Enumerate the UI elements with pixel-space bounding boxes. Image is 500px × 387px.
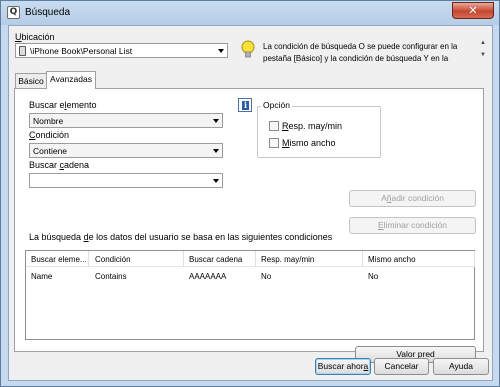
case-sensitive-label: Resp. may/min <box>282 121 343 131</box>
condition-label: Condición <box>29 130 70 140</box>
condition-dropdown[interactable]: Contiene <box>29 143 223 158</box>
add-condition-button[interactable]: Añadir condición <box>349 190 476 207</box>
condition-value: Contiene <box>33 146 68 156</box>
location-label: Ubicación <box>15 32 55 42</box>
lightbulb-icon <box>241 40 255 58</box>
same-width-label: Mismo ancho <box>282 138 336 148</box>
column-divider[interactable] <box>362 251 363 267</box>
tab-panel-advanced: Buscar elemento Nombre Condición Contien… <box>14 88 484 363</box>
column-divider[interactable] <box>255 251 256 267</box>
column-header[interactable]: Resp. may/min <box>261 255 314 264</box>
chevron-down-icon <box>213 149 219 153</box>
conditions-caption: La búsqueda de los datos del usuario se … <box>29 232 333 242</box>
table-cell: Name <box>31 272 53 281</box>
same-width-checkbox[interactable] <box>269 138 279 148</box>
cancel-button[interactable]: Cancelar <box>374 358 429 375</box>
table-cell: Contains <box>95 272 127 281</box>
option-group <box>257 106 381 158</box>
search-element-dropdown[interactable]: Nombre <box>29 113 223 128</box>
column-divider[interactable] <box>88 251 89 267</box>
chevron-down-icon <box>218 49 224 53</box>
tab-avanzadas[interactable]: Avanzadas <box>46 71 96 89</box>
scroll-up-icon[interactable]: ▲ <box>479 40 487 48</box>
info-icon: i <box>238 98 252 112</box>
scroll-down-icon[interactable]: ▼ <box>479 52 487 60</box>
search-element-label: Buscar elemento <box>29 100 97 110</box>
table-cell: AAAAAAA <box>189 272 227 281</box>
location-value: \iPhone Book\Personal List <box>30 46 133 56</box>
column-header[interactable]: Buscar eleme... <box>31 255 87 264</box>
search-dialog: Q Búsqueda ✕ Ubicación \iPhone Book\Pers… <box>0 0 500 387</box>
info-text: La condición de búsqueda O se puede conf… <box>263 42 458 63</box>
search-string-combobox[interactable] <box>29 173 223 188</box>
case-sensitive-checkbox[interactable] <box>269 121 279 131</box>
search-now-button[interactable]: Buscar ahora <box>315 358 371 375</box>
column-divider[interactable] <box>183 251 184 267</box>
chevron-down-icon <box>213 119 219 123</box>
column-divider <box>474 251 475 267</box>
column-header[interactable]: Condición <box>95 255 131 264</box>
table-header: Buscar eleme... Condición Buscar cadena … <box>26 251 475 267</box>
search-element-value: Nombre <box>33 116 64 126</box>
location-dropdown[interactable]: \iPhone Book\Personal List <box>15 43 228 58</box>
title-bar[interactable]: Q Búsqueda ✕ <box>1 1 499 25</box>
search-string-label: Buscar cadena <box>29 160 90 170</box>
column-header[interactable]: Mismo ancho <box>368 255 416 264</box>
phone-book-icon <box>19 46 26 56</box>
remove-condition-button[interactable]: Eliminar condición <box>349 217 476 234</box>
close-button[interactable]: ✕ <box>452 2 494 19</box>
dialog-body: Ubicación \iPhone Book\Personal List La … <box>8 25 493 381</box>
app-icon: Q <box>7 6 20 19</box>
chevron-down-icon <box>213 179 219 183</box>
window-title: Búsqueda <box>25 7 71 18</box>
help-button[interactable]: Ayuda <box>433 358 489 375</box>
conditions-table[interactable]: Buscar eleme... Condición Buscar cadena … <box>25 250 475 340</box>
column-header[interactable]: Buscar cadena <box>189 255 242 264</box>
tab-basico[interactable]: Básico <box>15 73 47 89</box>
table-cell: No <box>368 272 379 281</box>
table-cell: No <box>261 272 272 281</box>
option-group-title: Opción <box>261 100 292 110</box>
